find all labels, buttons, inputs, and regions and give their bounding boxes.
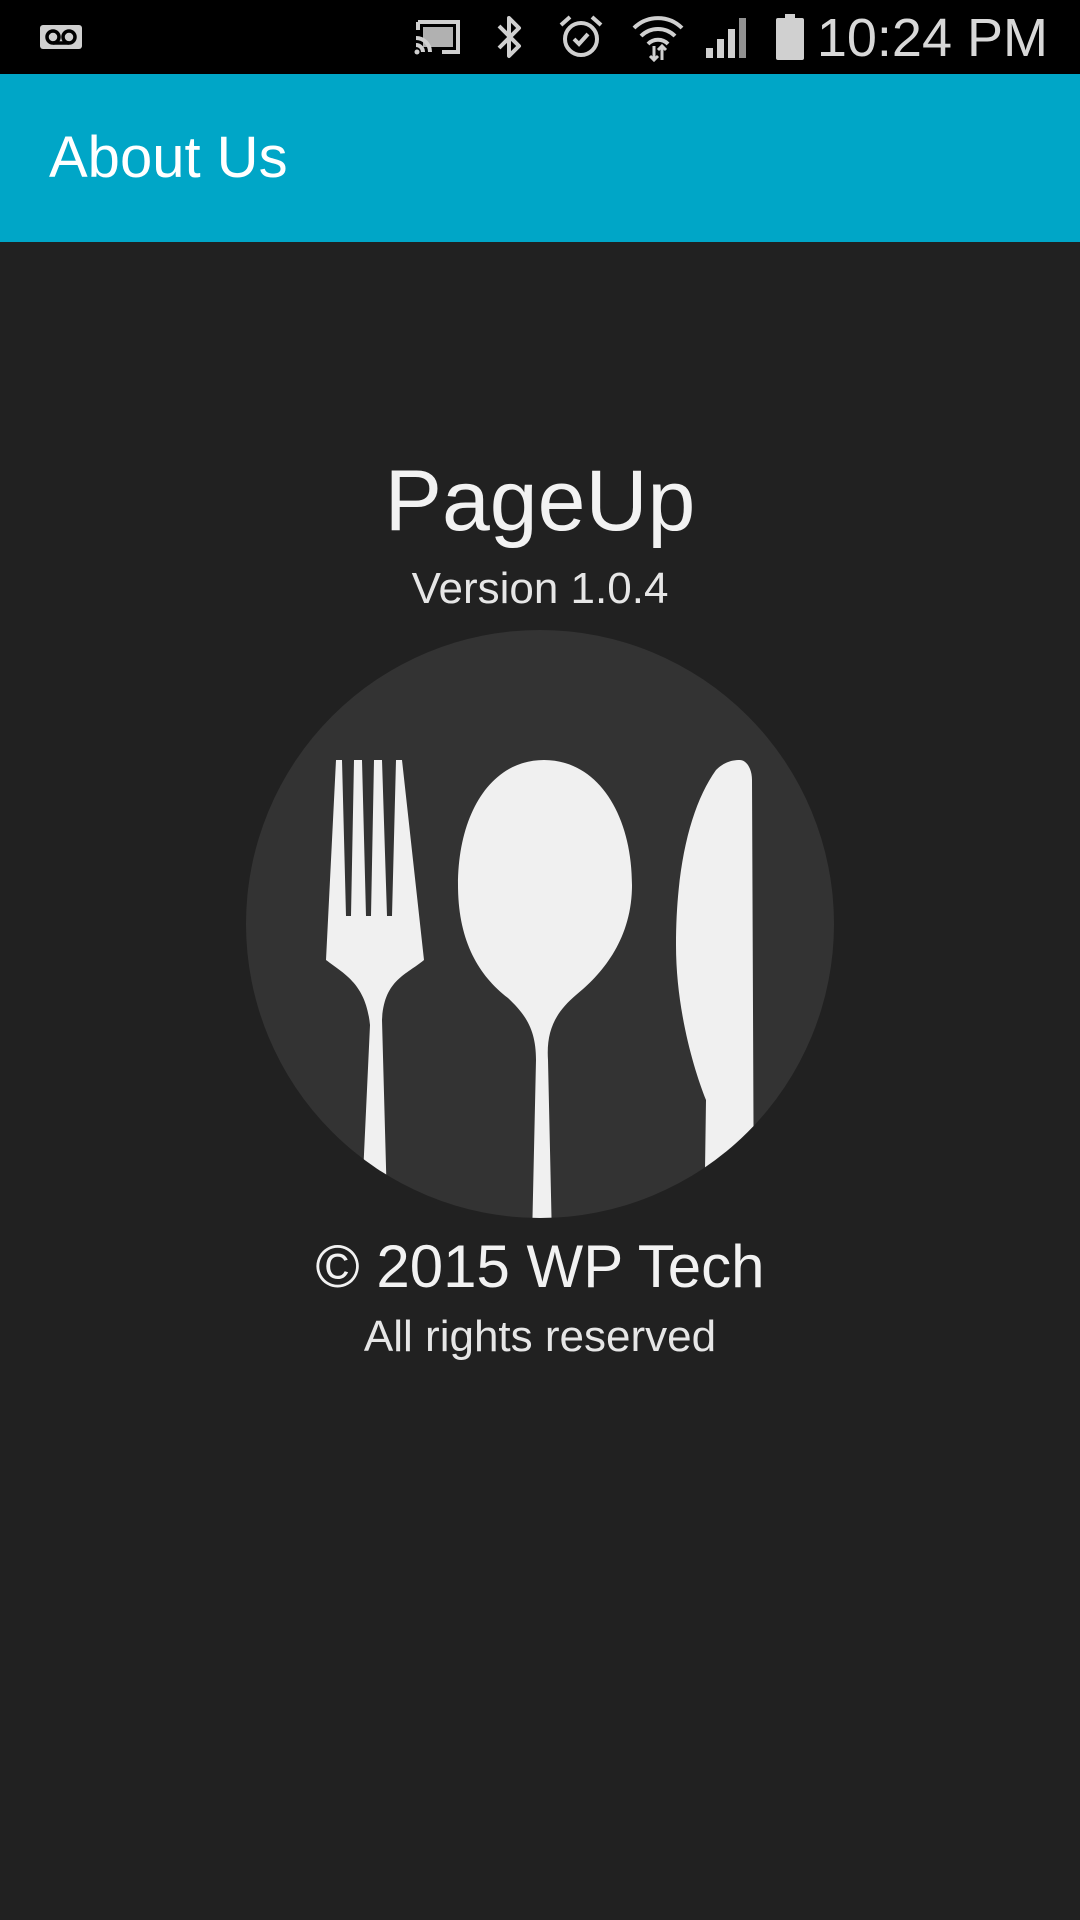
about-screen: 10:24 PM About Us PageUp Version 1.0.4 ©… <box>0 0 1080 1920</box>
voicemail-icon <box>36 0 86 74</box>
status-bar: 10:24 PM <box>0 0 1080 74</box>
copyright-text: © 2015 WP Tech <box>315 1233 765 1300</box>
app-logo <box>246 630 834 1218</box>
app-bar: About Us <box>0 74 1080 242</box>
status-clock: 10:24 PM <box>816 8 1048 68</box>
bluetooth-icon <box>490 0 530 74</box>
cutlery-icon <box>246 630 834 1218</box>
alarm-icon <box>556 0 606 74</box>
app-version: Version 1.0.4 <box>411 564 669 613</box>
app-name: PageUp <box>384 453 696 549</box>
cell-signal-icon <box>702 0 754 74</box>
cast-icon <box>410 0 466 74</box>
rights-text: All rights reserved <box>363 1312 717 1361</box>
battery-icon <box>770 0 810 74</box>
page-title: About Us <box>49 125 288 190</box>
wifi-icon <box>628 0 688 74</box>
